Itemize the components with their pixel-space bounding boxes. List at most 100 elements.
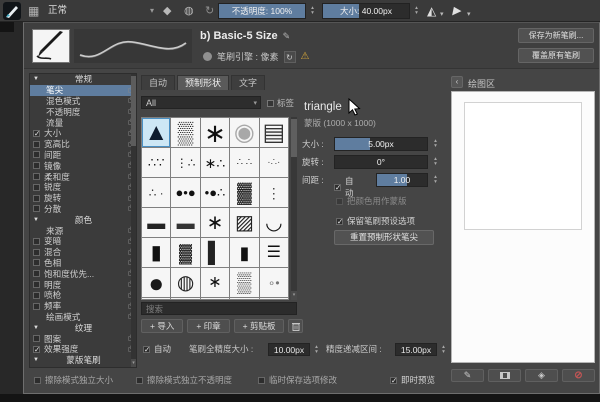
overwrite-brush-button[interactable]: 覆盖原有笔刷 — [518, 48, 594, 63]
option-checkbox[interactable] — [33, 205, 40, 213]
brush-tip-cell[interactable]: ●•● — [171, 178, 200, 207]
option-checkbox[interactable] — [33, 183, 40, 191]
sidebar-item[interactable]: 分散 — [30, 204, 136, 215]
sidebar-item[interactable]: 宽高比 — [30, 139, 136, 150]
reload-preset-icon[interactable]: ↻ — [205, 4, 214, 18]
sidebar-item[interactable]: 频率 — [30, 301, 136, 312]
scratchpad-fill-gradient-button[interactable] — [488, 369, 521, 382]
tip-rotation-spinner[interactable]: ▴ ▾ — [431, 155, 440, 169]
sidebar-item[interactable]: 流量 — [30, 117, 136, 128]
sidebar-scrollbar[interactable]: ▾ — [131, 74, 136, 367]
sidebar-item[interactable]: 喷枪 — [30, 290, 136, 301]
size-spinner[interactable]: ▴ ▾ — [412, 4, 421, 18]
mirror-horizontal-icon[interactable]: ◭ — [427, 4, 436, 18]
tab-auto[interactable]: 自动 — [141, 75, 176, 90]
opacity-spinner[interactable]: ▴ ▾ — [308, 4, 317, 18]
clipboard-button[interactable]: + 剪贴板 — [233, 319, 285, 333]
fade-input[interactable]: 15.00px — [395, 343, 437, 356]
sidebar-section-header[interactable]: ▼ 颜色 — [30, 214, 136, 225]
option-checkbox[interactable] — [33, 194, 40, 202]
brush-tip-cell[interactable]: ∘• — [259, 268, 288, 297]
use-color-mask-checkbox[interactable]: 把颜色用作蒙版 — [336, 195, 407, 207]
sidebar-item[interactable]: 明度 — [30, 279, 136, 290]
sidebar-item[interactable]: 来源 — [30, 225, 136, 236]
sidebar-item[interactable]: 色相 — [30, 258, 136, 269]
eraser-opacity-checkbox[interactable]: 擦除模式独立不透明度 — [136, 374, 232, 386]
edit-name-icon[interactable]: ✎ — [283, 31, 291, 41]
sidebar-item[interactable]: 混色模式 — [30, 96, 136, 107]
brush-tip-cell[interactable]: ▒ — [171, 118, 200, 147]
wrap-caret-icon[interactable]: ▾ — [467, 8, 471, 22]
tip-spacing-slider[interactable]: 1.00 — [376, 173, 428, 187]
scratchpad-collapse-button[interactable]: ‹ — [451, 76, 463, 88]
scratchpad-fill-button[interactable]: ◈ — [525, 369, 558, 382]
grid-scroll-down-icon[interactable]: ▾ — [291, 291, 297, 300]
show-tags-toggle[interactable]: 标签 — [267, 97, 294, 109]
precision-size-input[interactable]: 10.00px — [268, 343, 310, 356]
brush-tip-cell[interactable]: ·∴· — [259, 148, 288, 177]
brush-tip-cell[interactable]: ▮ — [230, 238, 259, 267]
sidebar-scroll-down-icon[interactable]: ▾ — [131, 359, 136, 367]
wrap-around-icon[interactable]: ▶ — [452, 4, 463, 18]
brush-tip-cell[interactable]: ∴ · — [142, 178, 171, 207]
reload-icon[interactable]: ↻ — [283, 50, 296, 63]
tag-filter-dropdown[interactable]: All ▾ — [141, 96, 261, 109]
grid-scroll-thumb[interactable] — [291, 119, 297, 157]
size-slider[interactable]: 大小: 40.00px — [322, 3, 410, 19]
tab-predefined[interactable]: 预制形状 — [177, 75, 230, 90]
brush-tip-cell[interactable]: ◉ — [230, 118, 259, 147]
scratchpad-clear-button[interactable]: ⊘ — [562, 369, 595, 382]
mirror-caret-icon[interactable]: ▾ — [440, 8, 444, 22]
tip-spacing-spinner[interactable]: ▴ ▾ — [431, 173, 440, 187]
fade-spinner[interactable]: ▴ ▾ — [439, 343, 448, 357]
search-input[interactable] — [141, 302, 297, 315]
import-button[interactable]: + 导入 — [141, 319, 184, 333]
brush-tip-cell[interactable]: ▬ — [142, 208, 171, 237]
save-new-brush-button[interactable]: 保存为新笔刷... — [518, 28, 594, 43]
brush-tip-cell[interactable]: ▮ — [142, 238, 171, 267]
brush-tip-cell[interactable]: ∗ — [200, 118, 230, 147]
sidebar-item[interactable]: 不透明度 — [30, 106, 136, 117]
brush-tip-cell[interactable]: ▲ — [142, 118, 171, 147]
sidebar-item[interactable]: 绘画模式 — [30, 312, 136, 323]
brush-tip-cell[interactable]: ▘ — [142, 298, 171, 299]
stamp-button[interactable]: + 印章 — [187, 319, 230, 333]
brush-tip-cell[interactable]: ▨ — [230, 208, 259, 237]
opacity-slider[interactable]: 不透明度: 100% — [218, 3, 306, 19]
grid-scrollbar[interactable]: ▾ — [291, 117, 297, 300]
brush-tip-cell[interactable]: ⋮∴ — [171, 148, 200, 177]
auto-precision-checkbox[interactable]: 自动 — [143, 343, 171, 355]
sidebar-item[interactable]: 柔和度 — [30, 171, 136, 182]
sidebar-item[interactable]: 笔尖 — [30, 84, 136, 96]
brush-tip-cell[interactable]: ▤ — [259, 118, 288, 147]
brush-tip-cell[interactable]: ▓ — [230, 178, 259, 207]
option-checkbox[interactable] — [33, 129, 40, 138]
brush-tip-cell[interactable]: ▒ — [230, 268, 259, 297]
sidebar-section-header[interactable]: ▼ 蒙版笔刷 — [30, 355, 136, 366]
sidebar-item[interactable]: 大小 — [30, 128, 136, 139]
option-checkbox[interactable] — [33, 335, 40, 343]
sidebar-item[interactable]: 效果强度 — [30, 344, 136, 355]
option-checkbox[interactable] — [33, 270, 40, 278]
workspace-grid-icon[interactable]: ▦ — [28, 4, 39, 18]
brush-tip-cell[interactable]: ◡ — [259, 208, 288, 237]
sidebar-item[interactable]: 旋转 — [30, 193, 136, 204]
sidebar-item[interactable]: 镜像 — [30, 160, 136, 171]
option-checkbox[interactable] — [33, 173, 40, 181]
sidebar-section-header[interactable]: ▼ 纹理 — [30, 322, 136, 333]
sidebar-item[interactable]: 间距 — [30, 150, 136, 161]
brush-tip-cell[interactable]: — — [230, 298, 259, 299]
brush-tip-cell[interactable]: ☰ — [259, 238, 288, 267]
brush-tip-cell[interactable]: ∗ — [200, 268, 230, 297]
preserve-settings-checkbox[interactable]: 保留笔刷预设选项 — [336, 215, 415, 227]
option-checkbox[interactable] — [33, 162, 40, 170]
sidebar-section-header[interactable]: ▼ 常规 — [30, 74, 136, 85]
eraser-size-checkbox[interactable]: 擦除模式独立大小 — [34, 374, 113, 386]
brush-tip-cell[interactable]: ▌ — [200, 238, 230, 267]
tip-size-spinner[interactable]: ▴ ▾ — [431, 137, 440, 151]
sidebar-item[interactable]: 锐度 — [30, 182, 136, 193]
scratchpad-paint-button[interactable]: ✎ — [451, 369, 484, 382]
brush-tip-cell[interactable]: ● — [142, 268, 171, 297]
brush-tip-cell[interactable]: ψψ — [200, 298, 230, 299]
sidebar-scroll-thumb[interactable] — [131, 76, 136, 146]
